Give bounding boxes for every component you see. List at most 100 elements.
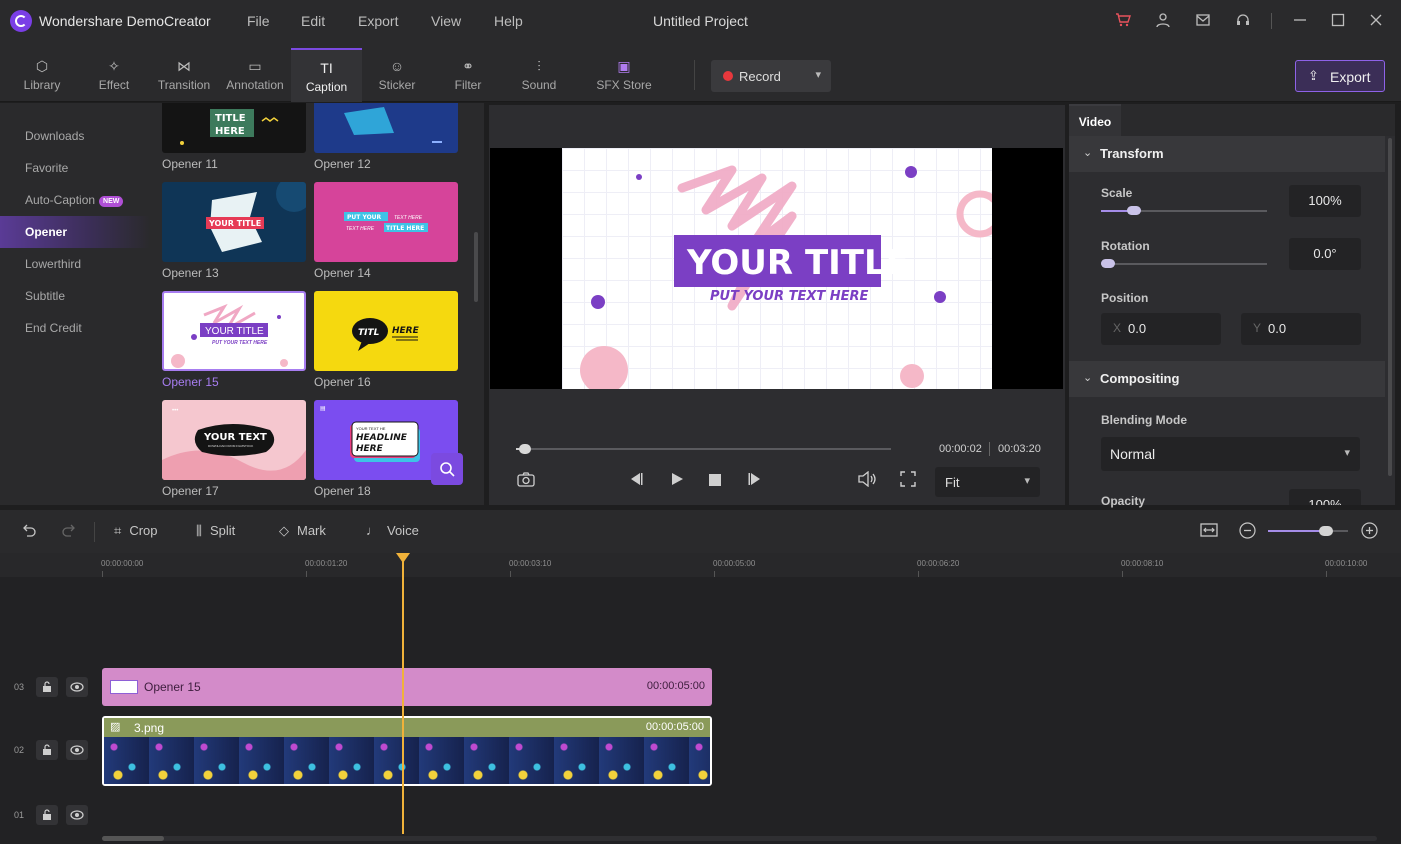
compositing-section-header[interactable]: ⌄ Compositing	[1069, 361, 1385, 397]
eye-icon[interactable]	[66, 740, 88, 760]
blending-mode-value: Normal	[1110, 446, 1156, 462]
position-x-field[interactable]: X 0.0	[1101, 313, 1221, 345]
caption-thumb-opener-17[interactable]: YOUR TEXT DOWNLOAD FROM FILMSTOCK •••	[162, 400, 306, 480]
caption-thumb-opener-13[interactable]: YOUR TITLE	[162, 182, 306, 262]
fit-timeline-icon[interactable]	[1200, 522, 1218, 541]
caption-thumb-opener-12[interactable]	[314, 103, 458, 153]
sidebar-item-downloads[interactable]: Downloads	[0, 120, 150, 152]
rotation-slider[interactable]	[1101, 263, 1267, 265]
account-icon[interactable]	[1153, 12, 1173, 32]
tab-library[interactable]: ⬡ Library	[14, 48, 70, 102]
playhead-line[interactable]	[402, 560, 404, 834]
zoom-fit-select[interactable]: Fit ▾	[935, 467, 1040, 497]
timeline-horizontal-scrollbar[interactable]	[102, 836, 1377, 841]
transform-section-header[interactable]: ⌄ Transform	[1069, 136, 1385, 172]
redo-icon[interactable]	[60, 522, 76, 541]
properties-scrollbar[interactable]	[1388, 138, 1392, 476]
sidebar-item-auto-caption[interactable]: Auto-Caption NEW	[0, 184, 150, 216]
scrollbar-thumb[interactable]	[102, 836, 164, 841]
caption-label-opener-14: Opener 14	[314, 266, 371, 280]
zoom-in-icon[interactable]	[1361, 522, 1378, 542]
sidebar-item-opener[interactable]: Opener	[0, 216, 150, 248]
scale-slider[interactable]	[1101, 210, 1267, 212]
sidebar-item-favorite[interactable]: Favorite	[0, 152, 150, 184]
caption-label-opener-12: Opener 12	[314, 157, 371, 171]
maximize-icon[interactable]	[1328, 12, 1348, 32]
mail-icon[interactable]	[1193, 12, 1213, 32]
support-headset-icon[interactable]	[1233, 12, 1253, 32]
playhead-handle[interactable]	[396, 553, 410, 563]
record-button[interactable]: Record ▾	[711, 60, 831, 92]
fullscreen-icon[interactable]	[897, 471, 919, 493]
minimize-icon[interactable]	[1290, 12, 1310, 32]
blending-mode-select[interactable]: Normal ▾	[1101, 437, 1360, 471]
split-button[interactable]: ⫼ Split	[196, 523, 235, 539]
tab-effect[interactable]: ✧ Effect	[86, 48, 142, 102]
preview-canvas[interactable]: YOUR TITLE PUT YOUR TEXT HERE	[562, 148, 992, 389]
rotation-slider-handle[interactable]	[1101, 259, 1115, 268]
opacity-value-field[interactable]: 100%	[1289, 489, 1361, 505]
export-button[interactable]: ⇪ Export	[1295, 60, 1385, 92]
search-button[interactable]	[431, 453, 463, 485]
snapshot-camera-icon[interactable]	[515, 471, 537, 493]
menu-file[interactable]: File	[247, 13, 270, 29]
eye-icon[interactable]	[66, 677, 88, 697]
timeline-ruler[interactable]: 00:00:00:00 00:00:01:20 00:00:03:10 00:0…	[0, 553, 1401, 577]
rotation-value-field[interactable]: 0.0°	[1289, 238, 1361, 270]
tab-sound[interactable]: ⫶ Sound	[512, 48, 566, 102]
chevron-down-icon[interactable]: ▾	[815, 68, 821, 81]
seek-handle[interactable]	[519, 444, 531, 454]
tab-transition[interactable]: ⋈ Transition	[152, 48, 216, 102]
caption-thumb-opener-11[interactable]: TITLE HERE	[162, 103, 306, 153]
clip-name: Opener 15	[144, 680, 201, 694]
smiley-icon: ☺	[389, 58, 405, 74]
close-icon[interactable]	[1366, 12, 1386, 32]
waveform-icon: ⫶	[537, 58, 541, 74]
scale-slider-handle[interactable]	[1127, 206, 1142, 215]
tab-video[interactable]: Video	[1069, 104, 1121, 136]
caption-thumb-opener-15[interactable]: YOUR TITLE PUT YOUR TEXT HERE	[162, 291, 306, 371]
timeline-zoom-slider[interactable]	[1268, 530, 1348, 532]
unlock-icon[interactable]	[36, 740, 58, 760]
caption-thumb-opener-16[interactable]: TITL HERE	[314, 291, 458, 371]
position-y-field[interactable]: Y 0.0	[1241, 313, 1361, 345]
caption-thumb-opener-14[interactable]: PUT YOUR TEXT HERE TEXT HERE TITLE HERE	[314, 182, 458, 262]
sidebar-item-subtitle[interactable]: Subtitle	[0, 280, 150, 312]
scale-value-field[interactable]: 100%	[1289, 185, 1361, 217]
volume-icon[interactable]	[857, 470, 879, 493]
stop-icon[interactable]	[704, 471, 726, 493]
ruler-tick: 00:00:00:00	[101, 559, 144, 568]
caption-clip[interactable]: Opener 15 00:00:05:00	[102, 668, 712, 706]
timeline-tracks[interactable]	[0, 577, 1401, 844]
sidebar-item-end-credit[interactable]: End Credit	[0, 312, 150, 344]
cart-icon[interactable]	[1113, 12, 1133, 32]
mark-button[interactable]: ◇ Mark	[279, 523, 326, 539]
image-clip[interactable]: ▨ 3.png 00:00:05:00	[102, 716, 712, 786]
previous-frame-icon[interactable]	[625, 471, 647, 493]
sidebar-item-lowerthird[interactable]: Lowerthird	[0, 248, 150, 280]
tab-sticker[interactable]: ☺ Sticker	[370, 48, 424, 102]
menu-view[interactable]: View	[431, 13, 461, 29]
caption-grid-scrollbar[interactable]	[474, 232, 478, 302]
tab-caption[interactable]: TI Caption	[291, 48, 362, 102]
play-icon[interactable]	[666, 471, 688, 493]
tab-filter[interactable]: ⚭ Filter	[442, 48, 494, 102]
eye-icon[interactable]	[66, 805, 88, 825]
tab-annotation[interactable]: ▭ Annotation	[222, 48, 288, 102]
caption-grid: TITLE HERE Opener 11 Opener 12 YOUR TITL…	[150, 103, 484, 505]
voice-button[interactable]: ♩ Voice	[366, 523, 419, 538]
zoom-out-icon[interactable]	[1239, 522, 1256, 542]
unlock-icon[interactable]	[36, 677, 58, 697]
tab-sfx-store[interactable]: ▣ SFX Store	[592, 48, 656, 102]
crop-button[interactable]: ⌗ Crop	[114, 523, 158, 539]
rotation-label: Rotation	[1101, 239, 1150, 253]
next-frame-icon[interactable]	[744, 471, 766, 493]
unlock-icon[interactable]	[36, 805, 58, 825]
timeline-zoom-handle[interactable]	[1319, 526, 1333, 536]
menu-export[interactable]: Export	[358, 13, 398, 29]
menu-help[interactable]: Help	[494, 13, 523, 29]
undo-icon[interactable]	[22, 522, 38, 541]
scale-label: Scale	[1101, 186, 1133, 200]
menu-edit[interactable]: Edit	[301, 13, 325, 29]
playback-seek-bar[interactable]	[516, 448, 891, 450]
